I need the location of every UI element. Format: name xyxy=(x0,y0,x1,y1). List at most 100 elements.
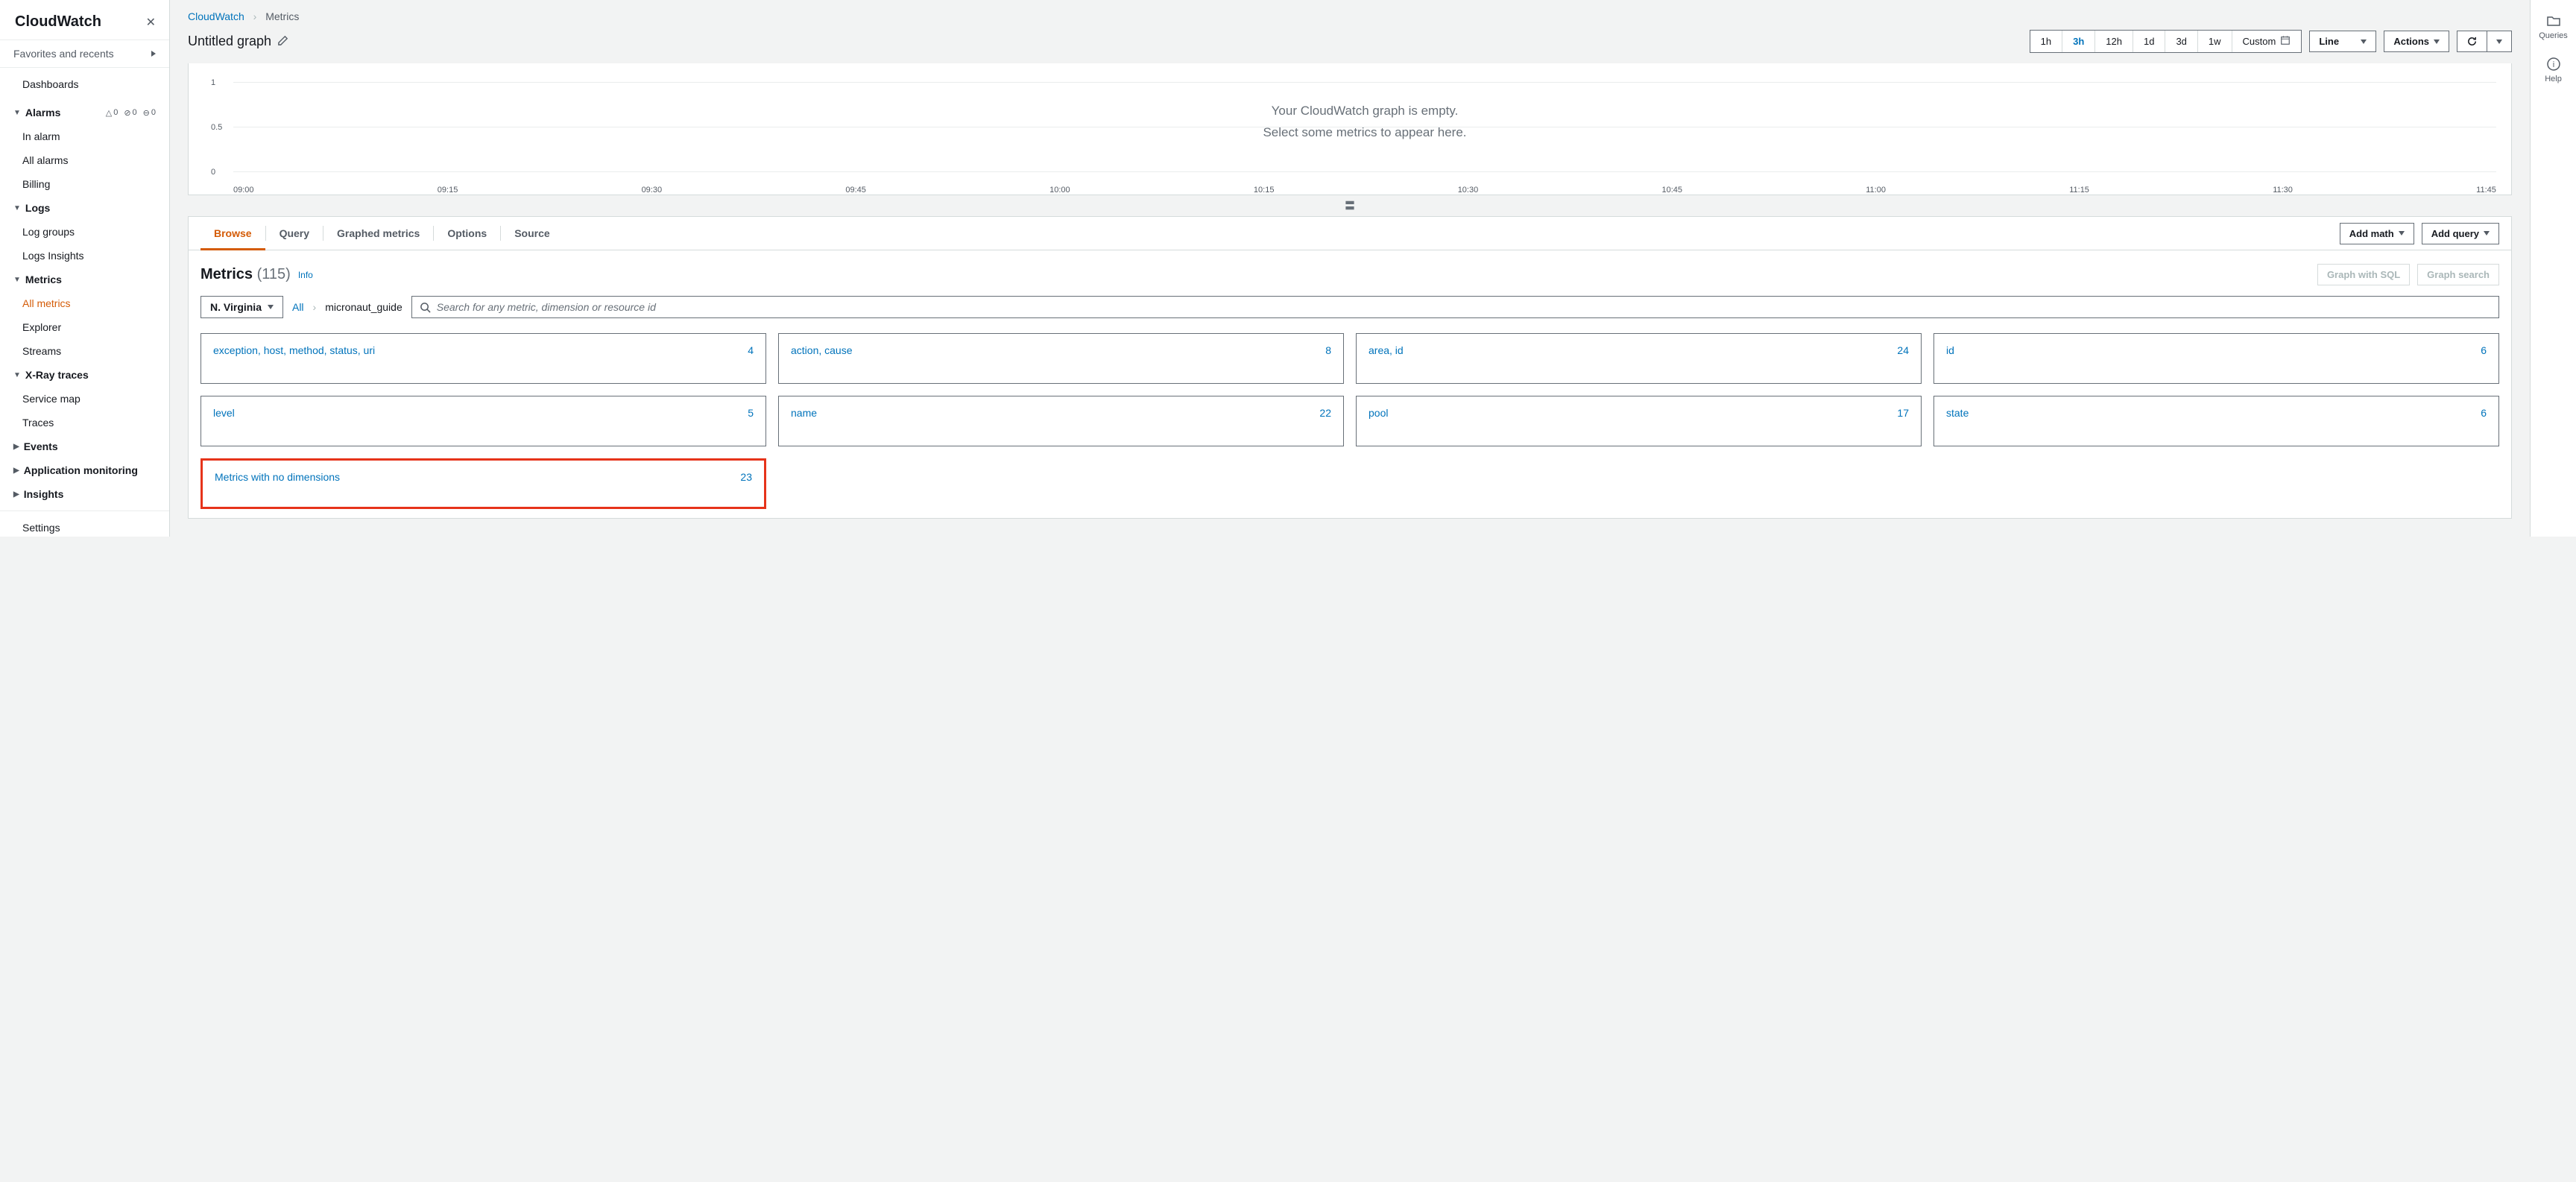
time-range-3h[interactable]: 3h xyxy=(2062,31,2095,52)
service-title: CloudWatch xyxy=(15,13,101,31)
time-range-1w[interactable]: 1w xyxy=(2198,31,2232,52)
dimension-card[interactable]: level5 xyxy=(201,396,766,446)
y-tick: 0.5 xyxy=(211,123,222,132)
tab-query[interactable]: Query xyxy=(266,217,323,250)
info-link[interactable]: Info xyxy=(298,270,313,280)
sidebar-group-app-monitoring[interactable]: ▶ Application monitoring xyxy=(0,458,169,482)
graph-search-button[interactable]: Graph search xyxy=(2417,264,2499,285)
breadcrumb-leaf: Metrics xyxy=(265,10,299,22)
rail-queries[interactable]: Queries xyxy=(2539,13,2568,40)
sidebar-item-logs-insights[interactable]: Logs Insights xyxy=(0,244,169,268)
metrics-label: Metrics xyxy=(25,274,62,285)
help-icon: i xyxy=(2546,57,2561,72)
caret-down-icon xyxy=(2399,231,2405,236)
namespace-root-link[interactable]: All xyxy=(292,301,304,313)
tab-options[interactable]: Options xyxy=(434,217,500,250)
add-query-button[interactable]: Add query xyxy=(2422,223,2499,244)
namespace-current: micronaut_guide xyxy=(325,301,402,313)
sidebar-item-settings[interactable]: Settings xyxy=(0,516,169,537)
sidebar-group-metrics[interactable]: ▼ Metrics xyxy=(0,268,169,291)
breadcrumb-root[interactable]: CloudWatch xyxy=(188,10,244,22)
y-tick: 0 xyxy=(211,168,215,177)
sidebar-item-service-map[interactable]: Service map xyxy=(0,387,169,411)
time-range-custom[interactable]: Custom xyxy=(2232,31,2302,52)
dimension-card[interactable]: exception, host, method, status, uri4 xyxy=(201,333,766,384)
dimension-card[interactable]: name22 xyxy=(778,396,1344,446)
folder-icon xyxy=(2546,13,2561,28)
sidebar-item-traces[interactable]: Traces xyxy=(0,411,169,434)
sidebar-item-explorer[interactable]: Explorer xyxy=(0,315,169,339)
refresh-icon xyxy=(2466,36,2478,47)
sidebar-item-all-alarms[interactable]: All alarms xyxy=(0,148,169,172)
breadcrumb-sep-icon: › xyxy=(313,301,317,313)
y-tick: 1 xyxy=(211,78,215,87)
dimension-card[interactable]: area, id24 xyxy=(1356,333,1922,384)
resize-handle[interactable]: 〓 xyxy=(170,195,2530,216)
dimension-card[interactable]: id6 xyxy=(1933,333,2499,384)
dimension-card[interactable]: action, cause8 xyxy=(778,333,1344,384)
xray-label: X-Ray traces xyxy=(25,369,89,381)
metric-search[interactable] xyxy=(411,296,2499,318)
tab-graphed-metrics[interactable]: Graphed metrics xyxy=(323,217,433,250)
sidebar-item-all-metrics[interactable]: All metrics xyxy=(0,291,169,315)
time-range-1h[interactable]: 1h xyxy=(2030,31,2062,52)
sidebar-group-xray[interactable]: ▼ X-Ray traces xyxy=(0,363,169,387)
time-range-3d[interactable]: 3d xyxy=(2165,31,2197,52)
time-range-1d[interactable]: 1d xyxy=(2133,31,2165,52)
favorites-label: Favorites and recents xyxy=(13,48,114,60)
close-icon[interactable]: ✕ xyxy=(146,15,156,30)
caret-down-icon xyxy=(2361,39,2367,44)
time-range-12h[interactable]: 12h xyxy=(2095,31,2133,52)
svg-text:i: i xyxy=(2552,60,2554,69)
sidebar-item-in-alarm[interactable]: In alarm xyxy=(0,124,169,148)
sidebar-group-alarms[interactable]: ▼ Alarms △0 ⊘0 ⊖0 xyxy=(0,101,169,124)
sidebar-item-log-groups[interactable]: Log groups xyxy=(0,220,169,244)
sidebar-group-insights[interactable]: ▶ Insights xyxy=(0,482,169,506)
caret-down-icon xyxy=(268,305,274,309)
alarm-badges: △0 ⊘0 ⊖0 xyxy=(106,108,156,118)
actions-button[interactable]: Actions xyxy=(2384,31,2449,52)
time-range-picker: 1h 3h 12h 1d 3d 1w Custom xyxy=(2030,30,2302,53)
graph-with-sql-button[interactable]: Graph with SQL xyxy=(2317,264,2410,285)
sidebar: CloudWatch ✕ Favorites and recents Dashb… xyxy=(0,0,170,537)
metrics-tabs-row: Browse Query Graphed metrics Options Sou… xyxy=(188,216,2512,250)
alarm-badge-insufficient: ⊖0 xyxy=(143,108,156,118)
add-math-button[interactable]: Add math xyxy=(2340,223,2414,244)
logs-label: Logs xyxy=(25,202,50,214)
dimension-card[interactable]: state6 xyxy=(1933,396,2499,446)
chart-area: 1 0.5 0 Your CloudWatch graph is empty. … xyxy=(188,63,2512,195)
sidebar-group-logs[interactable]: ▼ Logs xyxy=(0,196,169,220)
breadcrumb-sep-icon: › xyxy=(253,10,257,22)
metrics-heading: Metrics (115) xyxy=(201,266,291,283)
caret-down-icon xyxy=(2434,39,2440,44)
graph-type-select[interactable]: Line xyxy=(2309,31,2376,52)
caret-down-icon: ▼ xyxy=(13,204,21,212)
favorites-and-recents[interactable]: Favorites and recents xyxy=(0,39,169,68)
search-input[interactable] xyxy=(437,301,2491,313)
right-rail: Queries i Help xyxy=(2530,0,2576,537)
tab-source[interactable]: Source xyxy=(501,217,563,250)
alarm-badge-ok: ⊘0 xyxy=(124,108,136,118)
sidebar-group-events[interactable]: ▶ Events xyxy=(0,434,169,458)
dimension-card-no-dimensions[interactable]: Metrics with no dimensions23 xyxy=(201,458,766,509)
refresh-button[interactable] xyxy=(2457,31,2487,52)
tab-browse[interactable]: Browse xyxy=(201,217,265,250)
caret-down-icon: ▼ xyxy=(13,276,21,284)
metrics-panel: Metrics (115) Info Graph with SQL Graph … xyxy=(188,250,2512,519)
region-select[interactable]: N. Virginia xyxy=(201,296,283,318)
dimension-card[interactable]: pool17 xyxy=(1356,396,1922,446)
main-content: CloudWatch › Metrics Untitled graph 1h 3… xyxy=(170,0,2530,537)
sidebar-item-streams[interactable]: Streams xyxy=(0,339,169,363)
alarms-label: Alarms xyxy=(25,107,60,118)
sidebar-item-billing[interactable]: Billing xyxy=(0,172,169,196)
calendar-icon xyxy=(2280,35,2291,48)
refresh-options-button[interactable] xyxy=(2487,31,2512,52)
caret-right-icon: ▶ xyxy=(13,443,19,451)
caret-right-icon: ▶ xyxy=(13,490,19,499)
edit-icon[interactable] xyxy=(277,35,288,48)
caret-down-icon: ▼ xyxy=(13,371,21,379)
alarm-badge-triangle: △0 xyxy=(106,108,119,118)
breadcrumb: CloudWatch › Metrics xyxy=(170,0,2530,27)
sidebar-item-dashboards[interactable]: Dashboards xyxy=(0,72,169,96)
rail-help[interactable]: i Help xyxy=(2545,57,2562,83)
